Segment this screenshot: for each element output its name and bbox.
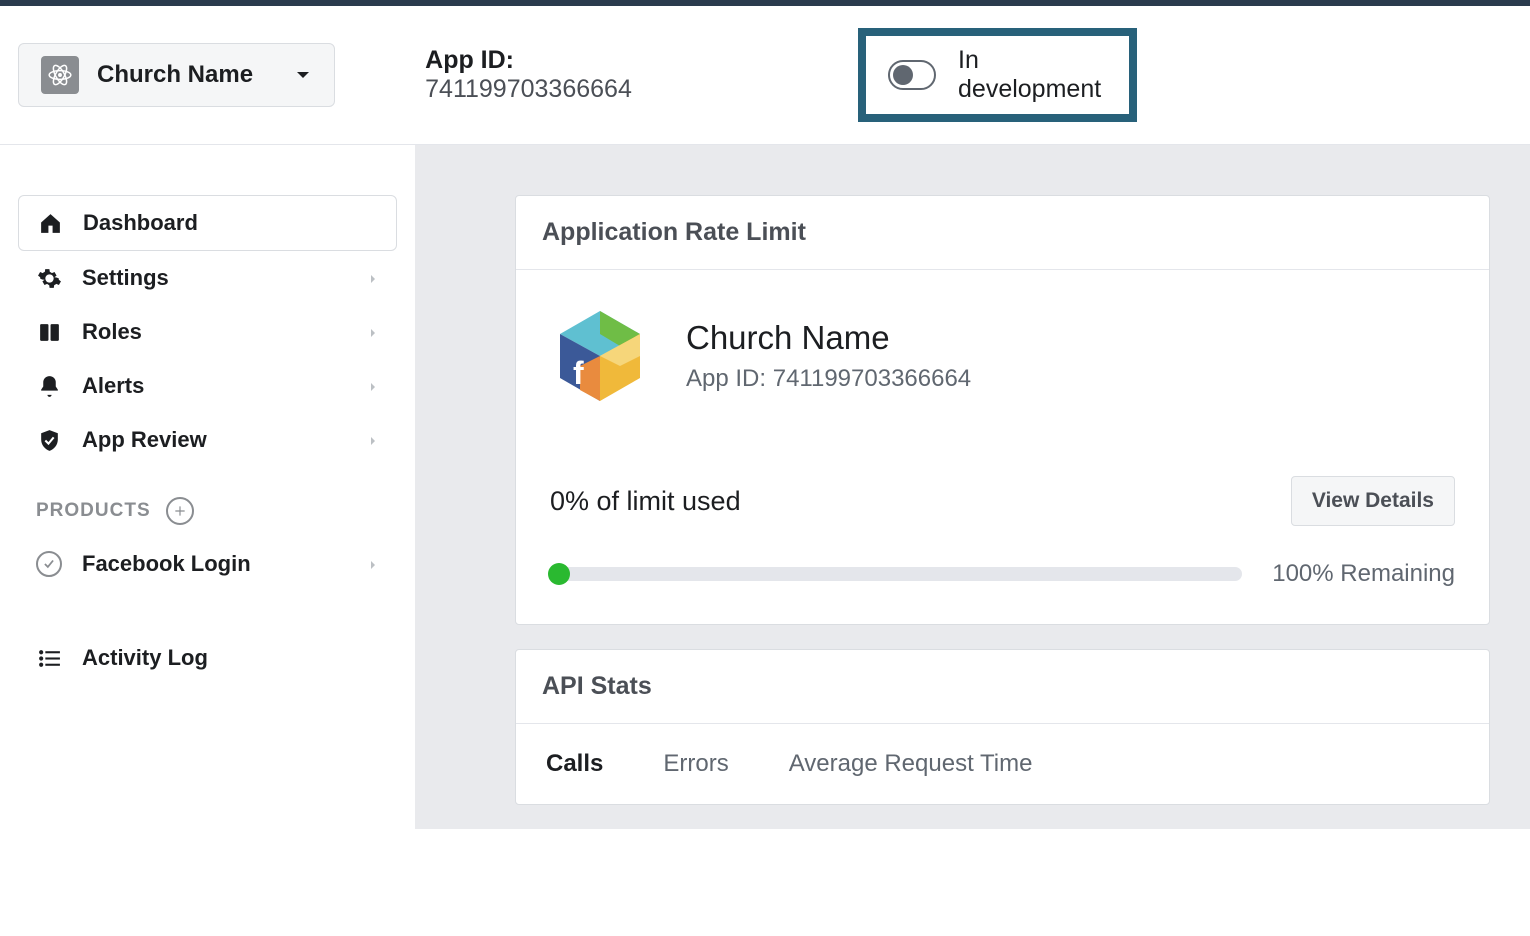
dev-mode-toggle[interactable] <box>888 60 936 90</box>
home-icon <box>37 211 63 236</box>
tab-errors[interactable]: Errors <box>663 750 728 778</box>
nav-label: Dashboard <box>83 210 378 236</box>
nav-facebook-login[interactable]: Facebook Login <box>18 537 397 591</box>
chevron-right-icon <box>367 319 379 345</box>
header-bar: Church Name App ID: 741199703366664 In d… <box>0 6 1530 145</box>
svg-text:f: f <box>573 355 584 391</box>
nav-label: Settings <box>82 265 347 291</box>
main-content: Application Rate Limit f <box>415 145 1530 829</box>
check-circle-icon <box>36 551 62 577</box>
gear-icon <box>36 266 62 291</box>
add-product-button[interactable] <box>166 497 194 525</box>
shield-check-icon <box>36 428 62 453</box>
chevron-right-icon <box>367 427 379 453</box>
tab-avg-request-time[interactable]: Average Request Time <box>789 750 1033 778</box>
tab-calls[interactable]: Calls <box>546 750 603 778</box>
products-section-header: PRODUCTS <box>18 467 397 537</box>
rate-limit-title: Application Rate Limit <box>516 196 1489 270</box>
api-stats-card: API Stats Calls Errors Average Request T… <box>515 649 1490 805</box>
nav-activity-log[interactable]: Activity Log <box>18 631 397 685</box>
bell-icon <box>36 374 62 399</box>
nav-settings[interactable]: Settings <box>18 251 397 305</box>
rate-limit-card: Application Rate Limit f <box>515 195 1490 625</box>
app-id-value: 741199703366664 <box>425 75 632 103</box>
dev-status-box: In development <box>858 28 1137 122</box>
app-cube-icon: f <box>550 306 650 406</box>
rate-limit-progress <box>550 567 1242 581</box>
list-icon <box>36 646 62 671</box>
api-stats-title: API Stats <box>516 650 1489 724</box>
nav-label: App Review <box>82 427 347 453</box>
app-id-display: App ID: 741199703366664 <box>425 46 678 104</box>
caret-down-icon <box>294 66 312 84</box>
app-id-label: App ID: <box>425 46 514 74</box>
nav-app-review[interactable]: App Review <box>18 413 397 467</box>
nav-roles[interactable]: Roles <box>18 305 397 359</box>
chevron-right-icon <box>367 551 379 577</box>
app-name: Church Name <box>686 319 971 357</box>
atom-icon <box>41 56 79 94</box>
app-selector-dropdown[interactable]: Church Name <box>18 43 335 107</box>
dev-status-text: In development <box>958 46 1107 104</box>
nav-alerts[interactable]: Alerts <box>18 359 397 413</box>
nav-label: Alerts <box>82 373 347 399</box>
nav-label: Facebook Login <box>82 551 347 577</box>
progress-indicator <box>548 563 570 585</box>
nav-dashboard[interactable]: Dashboard <box>18 195 397 251</box>
sidebar: Dashboard Settings Roles Alerts App Revi… <box>0 145 415 829</box>
limit-used-text: 0% of limit used <box>550 486 741 517</box>
roles-icon <box>36 320 62 345</box>
app-selector-name: Church Name <box>97 61 276 89</box>
chevron-right-icon <box>367 265 379 291</box>
app-id-sub: App ID: 741199703366664 <box>686 365 971 393</box>
nav-label: Roles <box>82 319 347 345</box>
remaining-text: 100% Remaining <box>1272 560 1455 588</box>
nav-label: Activity Log <box>82 645 379 671</box>
chevron-right-icon <box>367 373 379 399</box>
products-label: PRODUCTS <box>36 500 151 522</box>
view-details-button[interactable]: View Details <box>1291 476 1455 526</box>
